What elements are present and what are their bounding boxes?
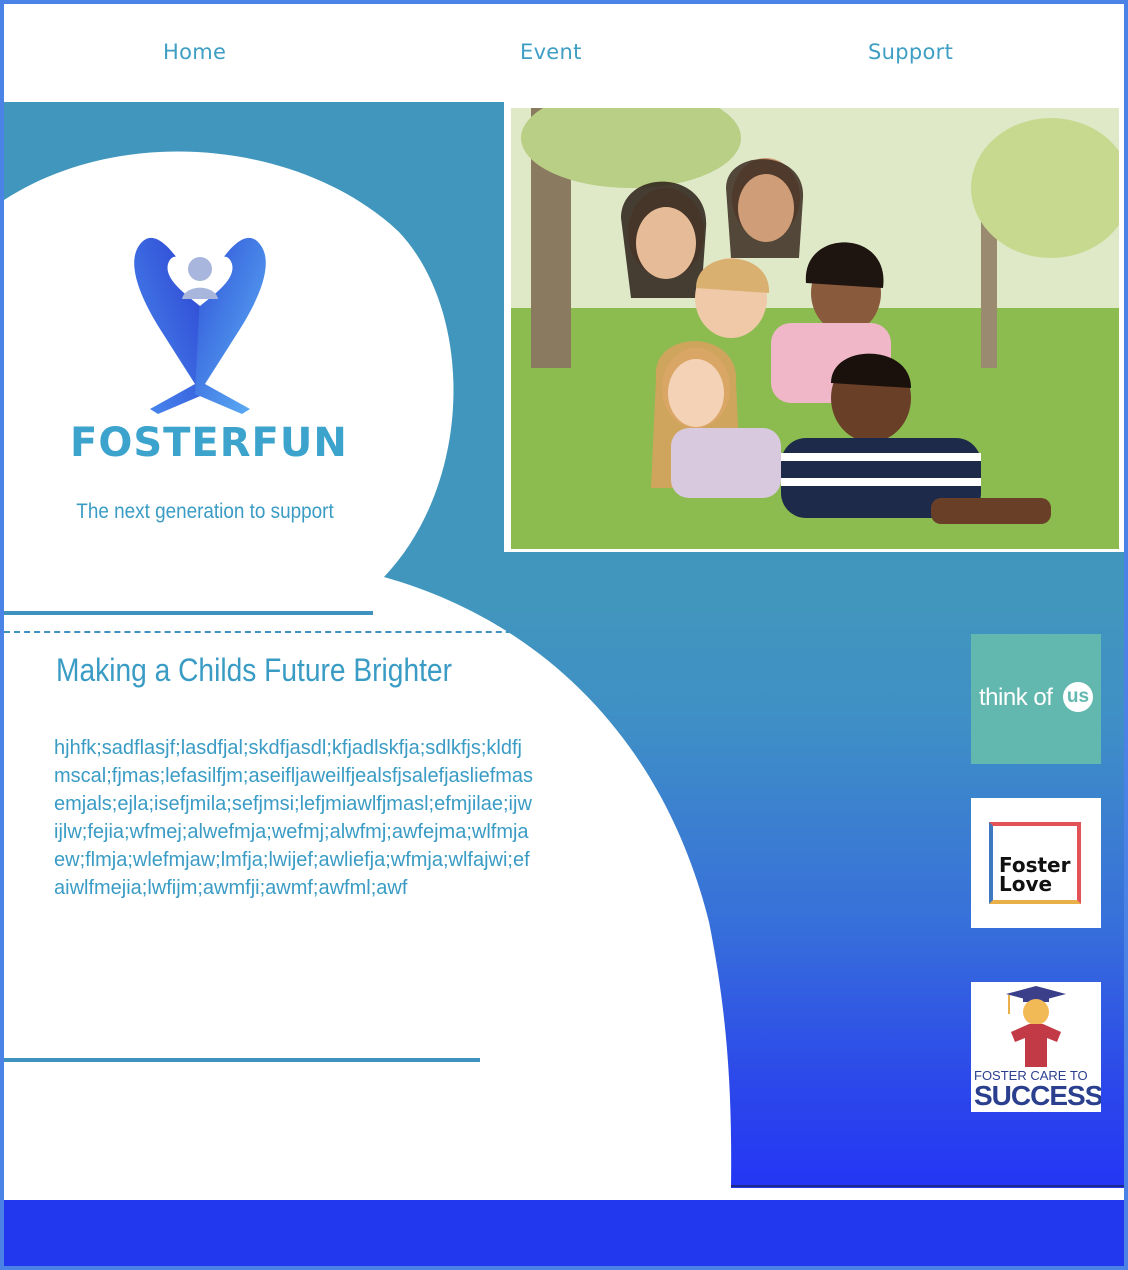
section-divider-dashed — [4, 631, 1124, 633]
brand-tagline: The next generation to support — [76, 500, 334, 523]
divider-line-upper — [4, 611, 373, 615]
graduate-figure-icon — [1006, 986, 1066, 1067]
nav-event-link[interactable]: Event — [520, 40, 582, 64]
partner-foster-care-to-success-logo[interactable]: FOSTER CARE TO SUCCESS — [971, 982, 1101, 1112]
footer-bar — [4, 1200, 1124, 1266]
foster-love-line2: Love — [999, 872, 1053, 896]
brand-name: FOSTERFUN — [70, 420, 348, 466]
partner-foster-love-logo[interactable]: Foster Love — [971, 798, 1101, 928]
hero-photo-frame — [504, 102, 1124, 552]
partner-think-of-us-badge: us — [1063, 682, 1093, 712]
children-photo-illustration — [511, 108, 1119, 549]
divider-line-lower — [4, 1058, 480, 1062]
top-nav: Home Event Support — [4, 4, 1124, 103]
partner-think-of-us-text: think of — [979, 684, 1053, 711]
nav-support-link[interactable]: Support — [868, 40, 953, 64]
partner-think-of-us-logo[interactable]: think of us — [971, 634, 1101, 764]
fc2s-line2: SUCCESS — [974, 1080, 1101, 1111]
ribbon-heart-logo-icon — [134, 237, 266, 414]
hero-photo — [511, 108, 1119, 549]
section-heading: Making a Childs Future Brighter — [56, 652, 452, 688]
nav-home-link[interactable]: Home — [163, 40, 226, 64]
section-body-text: hjhfk;sadflasjf;lasdfjal;skdfjasdl;kfjad… — [54, 737, 534, 899]
